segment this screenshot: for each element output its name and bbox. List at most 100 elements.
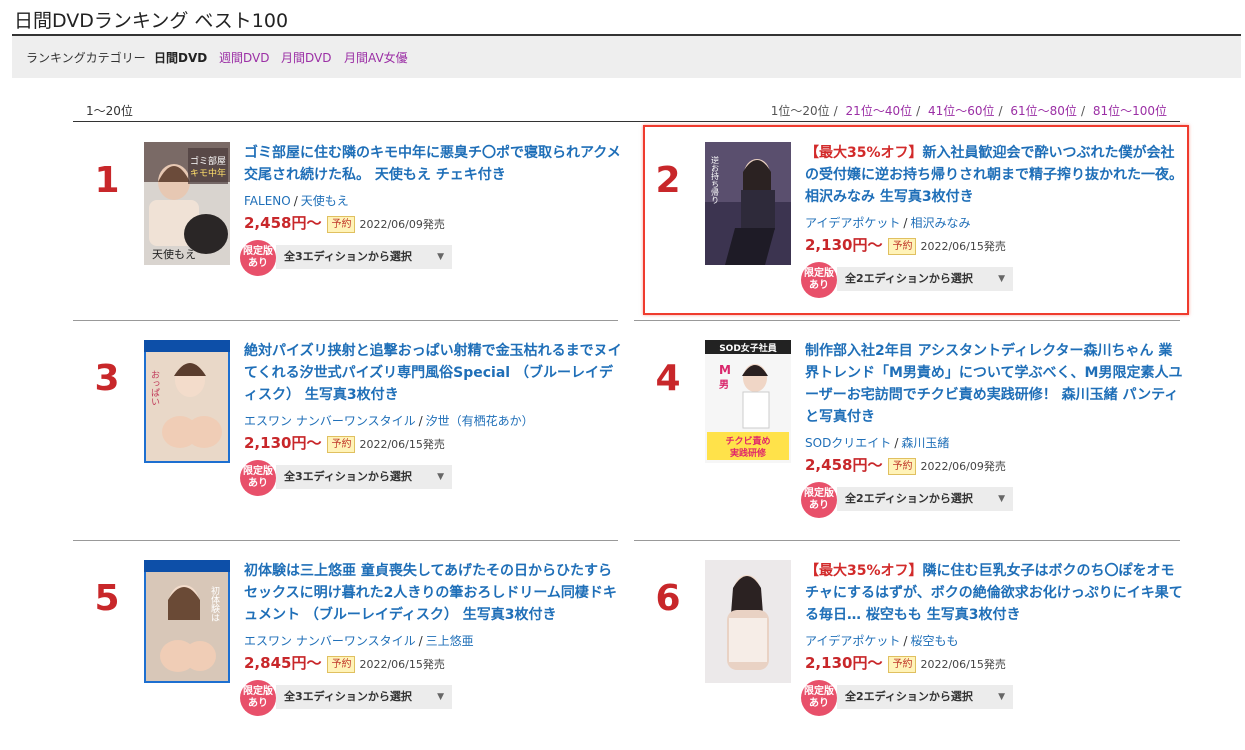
- product-title-link[interactable]: 初体験は三上悠亜 童貞喪失してあげたその日からひたすらセックスに明け暮れた2人き…: [244, 560, 624, 626]
- ranking-item: 5 初体験は 初体験は三上悠亜 童貞喪失してあげたその日からひたすらセックスに明…: [72, 560, 617, 740]
- product-thumbnail[interactable]: ゴミ部屋 キモ中年 天使もえ: [144, 142, 230, 265]
- limited-edition-badge: 限定版 あり: [240, 240, 276, 276]
- product-thumbnail[interactable]: おっぱい: [144, 340, 230, 463]
- maker-link[interactable]: アイデアポケット: [805, 216, 900, 230]
- release-date: 2022/06/15発売: [920, 658, 1006, 671]
- rank-number: 6: [655, 578, 681, 619]
- edition-select[interactable]: 全2エディションから選択 ▼: [837, 685, 1013, 709]
- edition-select[interactable]: 全3エディションから選択 ▼: [276, 685, 452, 709]
- row-divider: [634, 540, 1180, 541]
- category-label: ランキングカテゴリー: [26, 51, 146, 65]
- release-date: 2022/06/15発売: [359, 658, 445, 671]
- product-title-link[interactable]: 【最大35%オフ】隣に住む巨乳女子はボクのち〇ぽをオモチャにするはずが、ボクの絶…: [805, 560, 1185, 626]
- category-daily-dvd: 日間DVD: [154, 51, 208, 65]
- price: 2,458円〜: [244, 214, 322, 232]
- caret-down-icon: ▼: [437, 692, 444, 702]
- product-thumbnail[interactable]: SOD女子社員 M 男 チクビ責め 実践研修: [705, 340, 791, 463]
- pager-41-60[interactable]: 41位〜60位: [928, 104, 995, 118]
- category-bar: ランキングカテゴリー 日間DVD 週間DVD 月間DVD 月間AV女優: [12, 36, 1241, 78]
- caret-down-icon: ▼: [998, 274, 1005, 284]
- limited-edition-badge: 限定版 あり: [240, 460, 276, 496]
- ranking-item: 3 おっぱい 絶対パイズリ挟射と追撃おっぱい射精で金玉枯れるまでヌイてくれる汐世…: [72, 340, 622, 520]
- preorder-badge: 予約: [327, 436, 356, 453]
- actress-link[interactable]: 三上悠亜: [426, 634, 474, 648]
- rank-number: 1: [94, 160, 120, 201]
- caret-down-icon: ▼: [437, 252, 444, 262]
- preorder-badge: 予約: [327, 656, 356, 673]
- pager-81-100[interactable]: 81位〜100位: [1093, 104, 1167, 118]
- actress-link[interactable]: 汐世（有栖花あか）: [426, 414, 534, 428]
- rank-number: 3: [94, 358, 120, 399]
- release-date: 2022/06/09発売: [920, 460, 1006, 473]
- row-divider: [73, 540, 618, 541]
- maker-link[interactable]: エスワン ナンバーワンスタイル: [244, 414, 416, 428]
- thumbnail-caption: 逆お持ち帰り: [711, 155, 720, 204]
- edition-select[interactable]: 全2エディションから選択 ▼: [837, 267, 1013, 291]
- category-monthly-dvd[interactable]: 月間DVD: [281, 49, 331, 66]
- limited-edition-badge: 限定版 あり: [240, 680, 276, 716]
- svg-text:キモ中年: キモ中年: [190, 167, 226, 179]
- rank-pager: 1位〜20位/ 21位〜40位/ 41位〜60位/ 61位〜80位/ 81位〜1…: [770, 104, 1167, 118]
- price: 2,845円〜: [244, 654, 322, 672]
- ranking-item: 2 逆お持ち帰り 【最大35%オフ】新入社員歓迎会で酔いつぶれた僕が会社の受付嬢…: [633, 142, 1183, 322]
- pager-61-80[interactable]: 61位〜80位: [1010, 104, 1077, 118]
- limited-edition-badge: 限定版 あり: [801, 482, 837, 518]
- actress-link[interactable]: 桜空もも: [910, 634, 958, 648]
- product-thumbnail[interactable]: 逆お持ち帰り: [705, 142, 791, 265]
- list-top-divider: [73, 121, 1180, 122]
- svg-text:M: M: [719, 363, 731, 377]
- page-title: 日間DVDランキング ベスト100: [14, 10, 289, 32]
- product-thumbnail[interactable]: [705, 560, 791, 683]
- promo-text: 【最大35%オフ】: [805, 563, 923, 579]
- category-monthly-actress[interactable]: 月間AV女優: [344, 49, 408, 66]
- release-date: 2022/06/15発売: [359, 438, 445, 451]
- price: 2,130円〜: [805, 236, 883, 254]
- ranking-item: 1 ゴミ部屋 キモ中年 天使もえ ゴミ部屋に住む隣のキモ中年に悪臭チ〇ポで寝取ら…: [72, 142, 621, 322]
- svg-text:実践研修: 実践研修: [730, 447, 767, 459]
- price: 2,130円〜: [805, 654, 883, 672]
- limited-edition-badge: 限定版 あり: [801, 680, 837, 716]
- actress-link[interactable]: 森川玉緒: [901, 436, 949, 450]
- product-title-link[interactable]: 制作部入社2年目 アシスタントディレクター森川ちゃん 業界トレンド「M男責め」に…: [805, 340, 1185, 428]
- category-weekly-dvd[interactable]: 週間DVD: [219, 49, 269, 66]
- promo-text: 【最大35%オフ】: [805, 145, 923, 161]
- price: 2,130円〜: [244, 434, 322, 452]
- product-title: ゴミ部屋に住む隣のキモ中年に悪臭チ〇ポで寝取られアクメ交尾され続けた私。 天使も…: [244, 145, 621, 183]
- release-date: 2022/06/15発売: [920, 240, 1006, 253]
- pager-1-20: 1位〜20位: [770, 104, 830, 118]
- svg-text:ゴミ部屋: ゴミ部屋: [190, 155, 226, 167]
- svg-text:チクビ責め: チクビ責め: [725, 435, 770, 447]
- ranking-item: 6 【最大35%オフ】隣に住む巨乳女子はボクのち〇ぽをオモチャにするはずが、ボク…: [633, 560, 1183, 740]
- rank-number: 2: [655, 160, 681, 201]
- edition-select[interactable]: 全3エディションから選択 ▼: [276, 245, 452, 269]
- maker-link[interactable]: エスワン ナンバーワンスタイル: [244, 634, 416, 648]
- product-title-link[interactable]: 【最大35%オフ】新入社員歓迎会で酔いつぶれた僕が会社の受付嬢に逆お持ち帰りされ…: [805, 142, 1185, 208]
- maker-link[interactable]: FALENO: [244, 194, 291, 208]
- actress-link[interactable]: 天使もえ: [301, 194, 349, 208]
- product-title-link[interactable]: 絶対パイズリ挟射と追撃おっぱい射精で金玉枯れるまでヌイてくれる汐世式パイズリ専門…: [244, 340, 624, 406]
- preorder-badge: 予約: [888, 656, 917, 673]
- product-title: 制作部入社2年目 アシスタントディレクター森川ちゃん 業界トレンド「M男責め」に…: [805, 343, 1183, 425]
- thumbnail-caption: 天使もえ: [152, 248, 196, 261]
- rank-number: 5: [94, 578, 120, 619]
- pager-21-40[interactable]: 21位〜40位: [846, 104, 913, 118]
- product-title-link[interactable]: ゴミ部屋に住む隣のキモ中年に悪臭チ〇ポで寝取られアクメ交尾され続けた私。 天使も…: [244, 142, 624, 186]
- caret-down-icon: ▼: [437, 472, 444, 482]
- product-title: 絶対パイズリ挟射と追撃おっぱい射精で金玉枯れるまでヌイてくれる汐世式パイズリ専門…: [244, 343, 622, 403]
- actress-link[interactable]: 相沢みなみ: [910, 216, 970, 230]
- rank-number: 4: [655, 358, 681, 399]
- product-thumbnail[interactable]: 初体験は: [144, 560, 230, 683]
- product-title: 初体験は三上悠亜 童貞喪失してあげたその日からひたすらセックスに明け暮れた2人き…: [244, 563, 617, 623]
- thumbnail-caption: 初体験は: [209, 585, 220, 622]
- price: 2,458円〜: [805, 456, 883, 474]
- thumbnail-caption: おっぱい: [149, 370, 160, 406]
- edition-select[interactable]: 全3エディションから選択 ▼: [276, 465, 452, 489]
- limited-edition-badge: 限定版 あり: [801, 262, 837, 298]
- maker-link[interactable]: アイデアポケット: [805, 634, 900, 648]
- thumbnail-caption: SOD女子社員: [719, 342, 777, 354]
- preorder-badge: 予約: [888, 238, 917, 255]
- preorder-badge: 予約: [888, 458, 917, 475]
- edition-select[interactable]: 全2エディションから選択 ▼: [837, 487, 1013, 511]
- current-range-label: 1〜20位: [86, 104, 133, 118]
- maker-link[interactable]: SODクリエイト: [805, 436, 891, 450]
